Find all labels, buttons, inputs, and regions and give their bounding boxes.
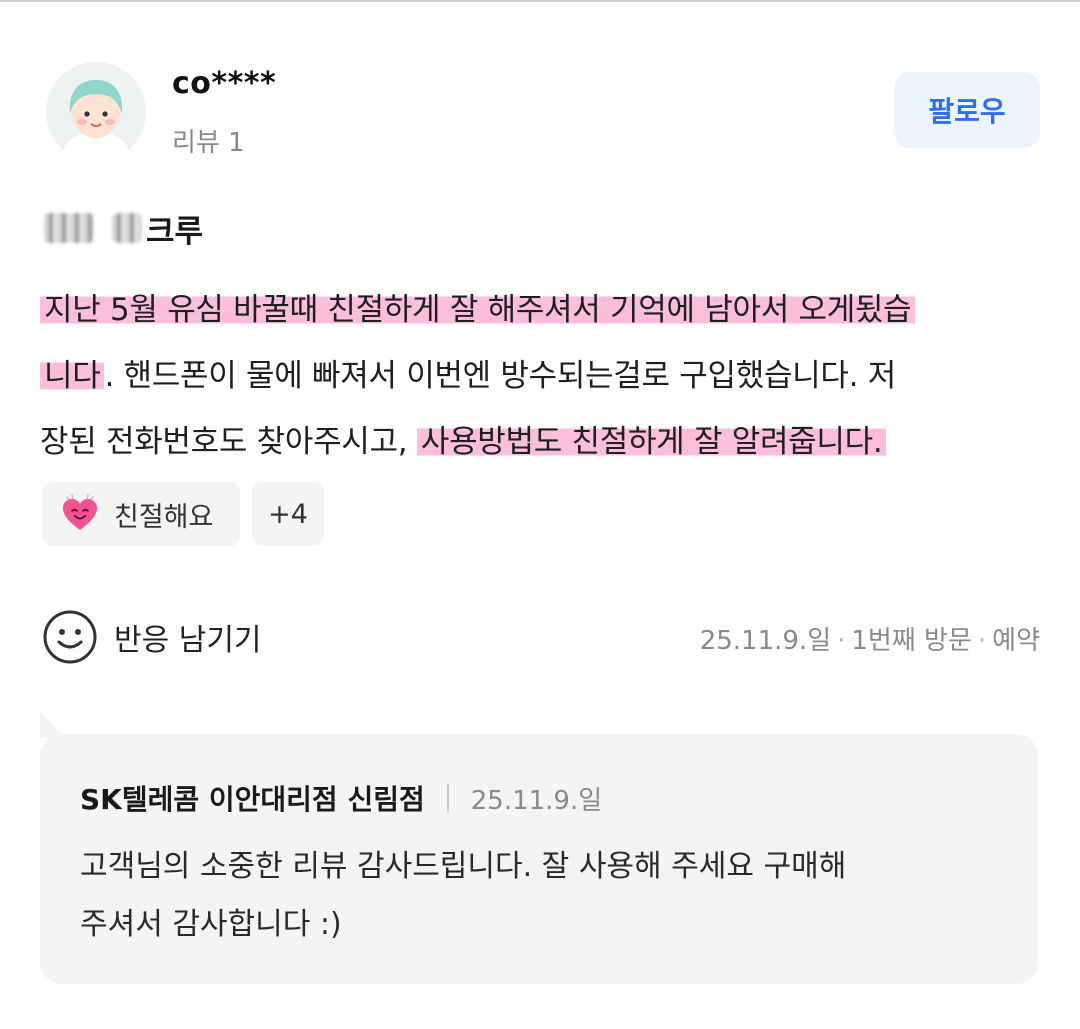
reply-date: 25.11.9.일 — [470, 785, 603, 816]
visit-count: 1번째 방문 — [851, 626, 972, 656]
blurred-text — [112, 213, 142, 243]
menu-name: 크루 — [146, 213, 204, 250]
reviewer-avatar[interactable] — [46, 62, 146, 162]
review-line: 지난 5월 유심 바꿀때 친절하게 잘 해주셔서 기억에 남아서 오게됬습 — [40, 288, 1050, 354]
highlighted-text: 지난 5월 유심 바꿀때 친절하게 잘 해주셔서 기억에 남아서 오게됬습 — [40, 292, 916, 328]
top-divider — [0, 0, 1080, 2]
ordered-menu: 크루 — [44, 206, 203, 250]
reply-line: 주셔서 감사합니다 :) — [80, 907, 342, 942]
owner-reply: SK텔레콤 이안대리점 신림점 25.11.9.일 고객님의 소중한 리뷰 감사… — [40, 734, 1038, 984]
highlighted-text: 니다 — [40, 358, 105, 394]
blurred-text — [44, 213, 94, 243]
reply-body: 고객님의 소중한 리뷰 감사드립니다. 잘 사용해 주세요 구매해 주셔서 감사… — [80, 838, 1010, 954]
visit-type: 예약 — [992, 626, 1040, 656]
reply-line: 고객님의 소중한 리뷰 감사드립니다. 잘 사용해 주세요 구매해 — [80, 849, 847, 884]
keyword-label: 친절해요 — [114, 501, 214, 533]
leave-reaction-label: 반응 남기기 — [114, 623, 262, 658]
review-text-segment: . 핸드폰이 물에 빠져서 이번엔 방수되는걸로 구입했습니다. 저 — [104, 358, 896, 394]
visit-meta: 25.11.9.일 · 1번째 방문 · 예약 — [699, 626, 1040, 656]
reviewer-name[interactable]: co**** — [172, 66, 276, 101]
avatar-illustration — [46, 62, 146, 162]
reply-shop-name: SK텔레콤 이안대리점 신림점 — [80, 783, 425, 816]
review-line: 장된 전화번호도 찾아주시고, 사용방법도 친절하게 잘 알려줍니다. — [40, 420, 1050, 486]
smiling-heart-icon — [63, 494, 97, 530]
keyword-chip[interactable]: 친절해요 — [42, 482, 240, 546]
follow-button[interactable]: 팔로우 — [894, 72, 1040, 148]
review-text-segment: 장된 전화번호도 찾아주시고, — [40, 424, 417, 460]
leave-reaction-button[interactable]: 반응 남기기 — [42, 608, 262, 666]
review-line: 니다. 핸드폰이 물에 빠져서 이번엔 방수되는걸로 구입했습니다. 저 — [40, 354, 1050, 420]
reviewer-review-count: 리뷰 1 — [172, 128, 245, 158]
visit-date: 25.11.9.일 — [699, 626, 832, 656]
divider — [446, 784, 449, 812]
smiley-icon — [43, 610, 97, 664]
more-keywords-chip[interactable]: +4 — [252, 482, 324, 546]
review-body: 지난 5월 유심 바꿀때 친절하게 잘 해주셔서 기억에 남아서 오게됬습니다.… — [40, 288, 1050, 486]
highlighted-text: 사용방법도 친절하게 잘 알려줍니다. — [416, 424, 887, 460]
reply-header: SK텔레콤 이안대리점 신림점 25.11.9.일 — [80, 778, 602, 818]
